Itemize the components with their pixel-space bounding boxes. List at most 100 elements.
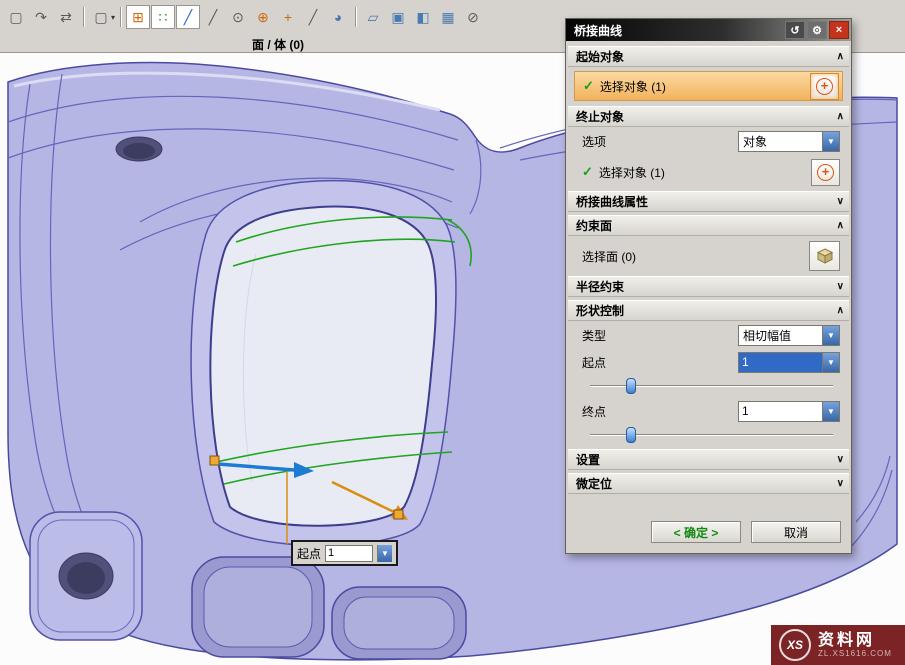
dialog-body: 起始对象 ∧ ✓ 选择对象 (1) + 终止对象 ∧ 选项 对象 ▼ bbox=[566, 41, 851, 553]
inline-start-point-editor: 起点 ▼ bbox=[291, 540, 398, 566]
section-label: 半径约束 bbox=[576, 278, 624, 295]
section-header-micro-positioning[interactable]: 微定位 ∨ bbox=[568, 473, 849, 494]
datum-plane-icon[interactable]: ▱ bbox=[361, 5, 385, 29]
pan-view-icon[interactable]: ⇄ bbox=[54, 5, 78, 29]
section-label: 约束面 bbox=[576, 217, 612, 234]
select-object-button[interactable]: + bbox=[811, 159, 840, 186]
marquee-dropdown-arrow[interactable]: ▾ bbox=[111, 13, 115, 22]
section-header-constraint-face[interactable]: 约束面 ∧ bbox=[568, 215, 849, 236]
slider-thumb[interactable] bbox=[626, 378, 636, 394]
model-slot-2[interactable] bbox=[332, 587, 466, 659]
section-label: 桥接曲线属性 bbox=[576, 193, 648, 210]
section-header-settings[interactable]: 设置 ∨ bbox=[568, 449, 849, 470]
section-header-start-object[interactable]: 起始对象 ∧ bbox=[568, 46, 849, 67]
slash-icon[interactable]: ╱ bbox=[301, 5, 325, 29]
snap-grid-icon[interactable]: ⊞ bbox=[126, 5, 150, 29]
start-point-input[interactable] bbox=[739, 353, 822, 372]
block-icon[interactable]: ▣ bbox=[386, 5, 410, 29]
shape-type-dropdown[interactable]: 相切幅值 ▼ bbox=[738, 325, 840, 346]
chevron-down-icon: ∨ bbox=[837, 478, 844, 489]
snap-points-icon[interactable]: ∷ bbox=[151, 5, 175, 29]
dropdown-value: 对象 bbox=[739, 132, 822, 151]
dialog-title-bar[interactable]: 桥接曲线 ↺ ⚙ × bbox=[566, 19, 851, 41]
end-point-slider[interactable] bbox=[590, 427, 833, 441]
section-header-end-object[interactable]: 终止对象 ∧ bbox=[568, 106, 849, 127]
end-point-row: 终点 ▼ bbox=[574, 400, 843, 422]
section-header-curve-properties[interactable]: 桥接曲线属性 ∨ bbox=[568, 191, 849, 212]
chevron-up-icon: ∧ bbox=[837, 220, 844, 231]
inline-editor-input[interactable] bbox=[325, 545, 373, 562]
circle-icon[interactable]: ⊙ bbox=[226, 5, 250, 29]
select-face-label: 选择面 (0) bbox=[582, 248, 636, 265]
start-point-row: 起点 ▼ bbox=[574, 351, 843, 373]
type-label: 类型 bbox=[582, 327, 606, 344]
application-window: ▢ ↷ ⇄ ▢ ▾ ⊞ ∷ ╱ ╱ ⊙ ⊕ + ╱ ◕ ▱ ▣ ◧ ▦ ⊘ 面 … bbox=[0, 0, 905, 665]
select-object-label: 选择对象 (1) bbox=[599, 164, 665, 181]
toolbar-separator bbox=[83, 7, 84, 27]
section-label: 起始对象 bbox=[576, 48, 624, 65]
end-point-field: ▼ bbox=[738, 401, 840, 422]
watermark-title: 资料网 bbox=[818, 632, 892, 649]
check-icon: ✓ bbox=[583, 78, 594, 94]
chevron-up-icon: ∧ bbox=[837, 111, 844, 122]
cancel-button[interactable]: 取消 bbox=[751, 521, 841, 543]
bridge-curve-dialog: 桥接曲线 ↺ ⚙ × 起始对象 ∧ ✓ 选择对象 (1) + 终止对象 ∧ bbox=[565, 18, 852, 554]
watermark: XS 资料网 ZL.XS1616.COM bbox=[771, 625, 905, 665]
target-icon: + bbox=[816, 78, 833, 95]
selection-scope-text: 面 / 体 (0) bbox=[252, 36, 304, 53]
end-handle[interactable] bbox=[394, 510, 403, 519]
section-view-icon[interactable]: ◧ bbox=[411, 5, 435, 29]
dialog-title: 桥接曲线 bbox=[574, 22, 622, 39]
marquee-select-icon[interactable]: ▢ bbox=[89, 5, 113, 29]
select-object-row-end[interactable]: ✓ 选择对象 (1) + bbox=[574, 158, 843, 186]
select-face-button[interactable] bbox=[809, 241, 840, 271]
object-type-dropdown[interactable]: 对象 ▼ bbox=[738, 131, 840, 152]
select-object-row-start[interactable]: ✓ 选择对象 (1) + bbox=[574, 71, 843, 101]
select-object-button[interactable]: + bbox=[810, 73, 839, 100]
model-pad-bottom-left[interactable] bbox=[30, 512, 142, 640]
select-face-row[interactable]: 选择面 (0) bbox=[574, 241, 843, 271]
plus-icon[interactable]: + bbox=[276, 5, 300, 29]
reset-icon[interactable]: ↺ bbox=[785, 21, 805, 39]
chevron-down-icon[interactable]: ▼ bbox=[377, 545, 392, 562]
compass-icon[interactable]: ◕ bbox=[326, 5, 350, 29]
chevron-down-icon[interactable]: ▼ bbox=[822, 353, 839, 372]
option-label: 选项 bbox=[582, 133, 606, 150]
start-handle[interactable] bbox=[210, 456, 219, 465]
section-label: 形状控制 bbox=[576, 302, 624, 319]
pattern-icon[interactable]: ▦ bbox=[436, 5, 460, 29]
snap-line-icon[interactable]: ╱ bbox=[176, 5, 200, 29]
opening-hole[interactable] bbox=[210, 207, 436, 526]
ok-button[interactable]: < 确定 > bbox=[651, 521, 741, 543]
dropdown-value: 相切幅值 bbox=[739, 326, 822, 345]
slider-thumb[interactable] bbox=[626, 427, 636, 443]
chevron-down-icon[interactable]: ▼ bbox=[822, 326, 839, 345]
start-point-slider[interactable] bbox=[590, 378, 833, 392]
select-filter-icon[interactable]: ▢ bbox=[4, 5, 28, 29]
gear-icon[interactable]: ⚙ bbox=[807, 21, 827, 39]
end-point-input[interactable] bbox=[739, 402, 822, 421]
chevron-down-icon[interactable]: ▼ bbox=[822, 402, 839, 421]
chevron-down-icon[interactable]: ▼ bbox=[822, 132, 839, 151]
line-icon[interactable]: ╱ bbox=[201, 5, 225, 29]
watermark-text: 资料网 ZL.XS1616.COM bbox=[818, 632, 892, 658]
target-icon: + bbox=[817, 164, 834, 181]
chevron-up-icon: ∧ bbox=[837, 305, 844, 316]
section-label: 微定位 bbox=[576, 475, 612, 492]
center-target-icon[interactable]: ⊕ bbox=[251, 5, 275, 29]
chevron-down-icon: ∨ bbox=[837, 454, 844, 465]
close-icon[interactable]: × bbox=[829, 21, 849, 39]
section-header-radius-constraint[interactable]: 半径约束 ∨ bbox=[568, 276, 849, 297]
section-header-shape-control[interactable]: 形状控制 ∧ bbox=[568, 300, 849, 321]
chevron-down-icon: ∨ bbox=[837, 196, 844, 207]
check-icon: ✓ bbox=[582, 164, 593, 180]
watermark-url: ZL.XS1616.COM bbox=[818, 649, 892, 658]
option-row: 选项 对象 ▼ bbox=[574, 130, 843, 152]
trim-icon[interactable]: ⊘ bbox=[461, 5, 485, 29]
model-slot-1[interactable] bbox=[192, 557, 324, 657]
rotate-view-icon[interactable]: ↷ bbox=[29, 5, 53, 29]
model-hole-top[interactable] bbox=[116, 137, 162, 161]
start-point-field: ▼ bbox=[738, 352, 840, 373]
end-point-label: 终点 bbox=[582, 403, 606, 420]
dialog-button-row: < 确定 > 取消 bbox=[568, 513, 849, 549]
